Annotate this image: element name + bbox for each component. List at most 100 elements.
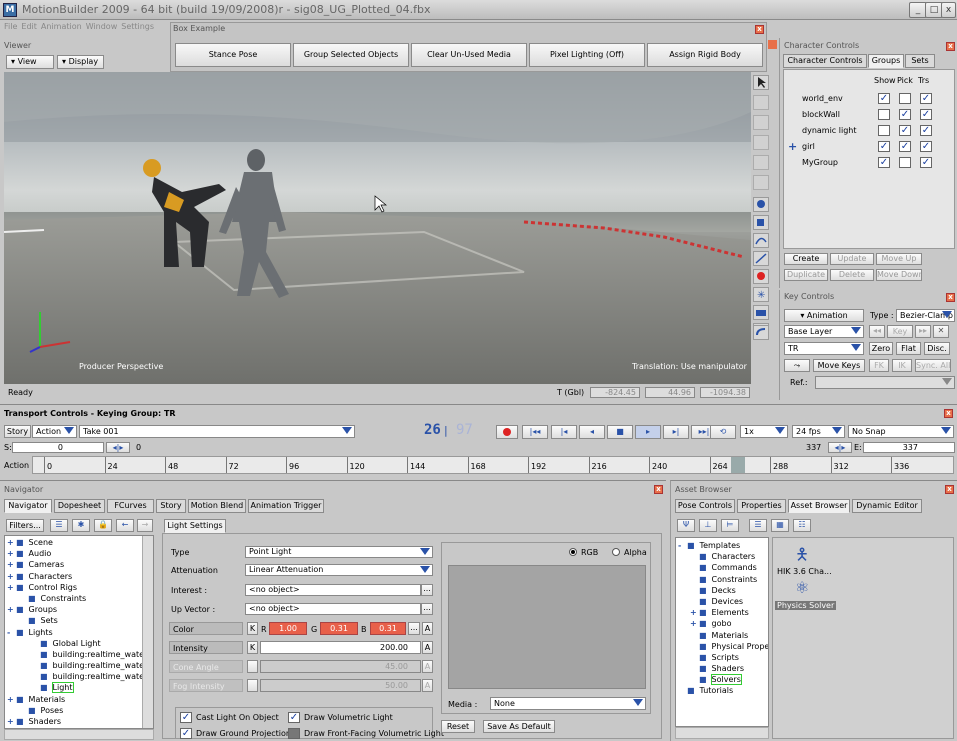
physics-solver-icon[interactable]: ⚛ [795,578,817,598]
transport-close-icon[interactable]: x [944,409,953,418]
intensity-key-button[interactable]: K [247,641,258,654]
remove-key-icon[interactable]: ✕ [933,325,949,338]
fog-intensity-slider[interactable]: 50.00 [260,679,421,692]
prev-key-button[interactable]: ◂◂ [869,325,885,338]
tree-item[interactable]: + ■ Control Rigs [7,582,153,593]
tab-dynamic-editor[interactable]: Dynamic Editor [852,499,922,513]
trs-checkbox[interactable]: ✓ [920,93,932,104]
tab-fcurves[interactable]: FCurves [107,499,154,513]
tree-item[interactable]: + ■ Audio [7,548,153,559]
expand-icon[interactable]: + [7,548,16,559]
tab-properties[interactable]: Properties [737,499,786,513]
intensity-slider[interactable]: 200.00 [260,641,421,654]
cone-angle-slider[interactable]: 45.00 [260,660,421,673]
color-animate-button[interactable]: A [422,622,433,635]
cube-tool-icon[interactable] [753,215,769,230]
start-nudge-icon[interactable]: ◂|▸ [106,442,130,453]
pick-checkbox[interactable]: ✓ [899,141,911,152]
menu-edit[interactable]: Edit [21,20,37,33]
character-controls-close-icon[interactable]: x [946,42,955,51]
tab-groups[interactable]: Groups [868,54,904,68]
light-type-select[interactable]: Point Light [245,546,433,558]
tree-item[interactable]: - ■ Templates [678,540,768,551]
asset-browser-close-icon[interactable]: x [945,485,954,494]
ref-select[interactable] [815,376,955,389]
attenuation-select[interactable]: Linear Attenuation [245,564,433,576]
tree-item[interactable]: ■ Shaders [678,663,768,674]
filters-button[interactable]: Filters... [6,519,44,532]
tree-item[interactable]: + ■ Materials [7,694,153,705]
tree-item[interactable]: - ■ Lights [7,627,153,638]
pixel-lighting-button[interactable]: Pixel Lighting (Off) [529,43,645,67]
tree-item[interactable]: ■ Sets [7,615,153,626]
asset-item-hik[interactable]: HIK 3.6 Cha... [777,567,832,576]
tab-story[interactable]: Story [156,499,186,513]
tree-item[interactable]: ■ Decks [678,585,768,596]
story-button[interactable]: Story [4,425,31,438]
asset-up-icon[interactable]: ⊥ [699,519,717,532]
save-as-default-button[interactable]: Save As Default [483,720,555,733]
coord-y-field[interactable]: 44.96 [645,387,695,398]
show-checkbox[interactable] [878,109,890,120]
menu-settings[interactable]: Settings [121,20,154,33]
interest-browse-button[interactable]: ... [421,584,433,596]
rgb-radio[interactable] [569,548,577,556]
tree-item[interactable]: ■ Characters [678,551,768,562]
list-view-icon[interactable]: ☰ [50,519,68,532]
loop-icon[interactable]: ⟲ [710,425,736,439]
scale-tool-icon[interactable] [753,135,769,150]
animation-mode-button[interactable]: ▾ Animation [784,309,864,322]
asset-item-physics-solver[interactable]: Physics Solver [775,601,837,610]
translate-tool-icon[interactable] [753,95,769,110]
light-tool-icon[interactable]: ✳ [753,287,769,302]
tab-animation-trigger[interactable]: Animation Trigger [248,499,324,513]
tree-item[interactable]: ■ Materials [678,630,768,641]
tree-item[interactable]: + ■ gobo [678,618,768,629]
tree-item[interactable]: ■ Physical Properties [678,641,768,652]
sphere-tool-icon[interactable] [753,197,769,212]
expand-icon[interactable]: + [7,559,16,570]
goto-start-icon[interactable]: |◂◂ [522,425,548,439]
trs-checkbox[interactable]: ✓ [920,109,932,120]
flat-button[interactable]: Flat [896,342,921,355]
tree-item[interactable]: ■ Commands [678,562,768,573]
group-row[interactable]: blockWall ✓ ✓ [784,108,954,123]
rotate-tool-icon[interactable] [753,115,769,130]
hik-character-icon[interactable]: 🯅 [795,544,817,564]
trs-checkbox[interactable]: ✓ [920,141,932,152]
asset-thumbs-icon[interactable]: ▦ [771,519,789,532]
move-keys-button[interactable]: Move Keys [813,359,865,372]
pick-checkbox[interactable] [899,157,911,168]
coord-x-field[interactable]: -824.45 [590,387,640,398]
alpha-radio[interactable] [612,548,620,556]
tab-light-settings[interactable]: Light Settings [164,519,226,533]
pivot-tool-icon[interactable] [753,155,769,170]
line-tool-icon[interactable] [753,251,769,266]
key-mode-icon[interactable]: ⤳ [784,359,810,372]
tab-character-controls[interactable]: Character Controls [783,54,867,68]
timeline-ruler[interactable]: 0 24 48 72 96 120 144 168 192 216 240 264 288 312 336 [32,456,954,474]
fog-key-button[interactable] [247,679,258,692]
next-key-button[interactable]: ▸▸ [915,325,931,338]
pick-checkbox[interactable]: ✓ [899,125,911,136]
key-button[interactable]: Key [887,325,913,338]
cone-key-button[interactable] [247,660,258,673]
move-up-button[interactable]: Move Up [876,253,922,265]
assign-rigid-body-button[interactable]: Assign Rigid Body [647,43,763,67]
color-r-field[interactable]: 1.00 [269,622,307,635]
show-checkbox[interactable]: ✓ [878,157,890,168]
layer-select[interactable]: Base Layer [784,325,864,338]
coord-z-field[interactable]: -1094.38 [700,387,750,398]
expand-icon[interactable]: + [690,618,699,629]
navigator-close-icon[interactable]: x [654,485,663,494]
record-tool-icon[interactable] [753,269,769,284]
fk-button[interactable]: FK [869,359,889,372]
pin-icon[interactable]: ✱ [72,519,90,532]
tab-dopesheet[interactable]: Dopesheet [54,499,105,513]
3d-viewport[interactable]: Producer Perspective Translation: Use ma… [4,72,751,384]
tree-item[interactable]: + ■ Cameras [7,559,153,570]
expand-icon[interactable]: - [678,540,687,551]
duplicate-button[interactable]: Duplicate [784,269,828,281]
sync-all-button[interactable]: Sync. All [915,359,951,372]
pick-checkbox[interactable] [899,93,911,104]
